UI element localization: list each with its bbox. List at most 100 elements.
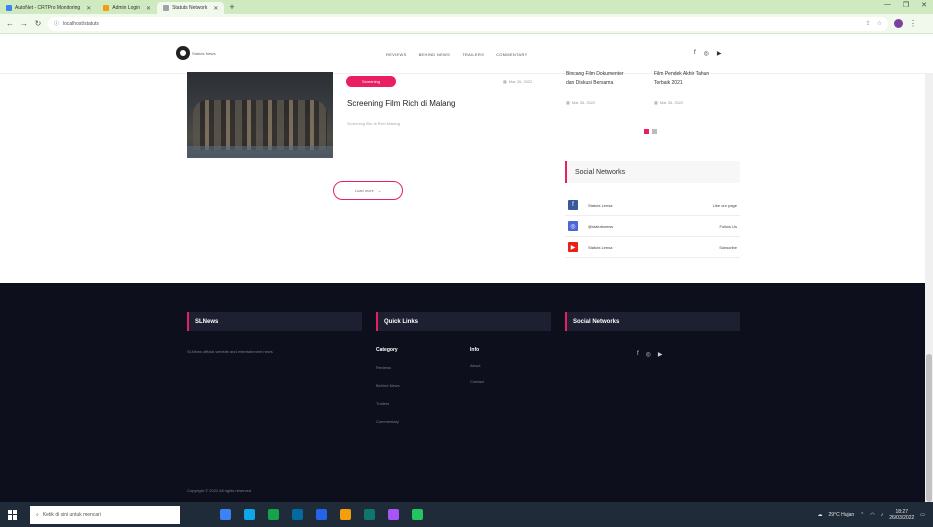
youtube-icon[interactable]: ▶ <box>717 50 722 57</box>
nav-item-reviews[interactable]: REVIEWS <box>386 52 407 57</box>
browser-toolbar: ← → ↻ ⓘ localhost/statuts ⇪ ☆ ⋮ <box>0 14 933 34</box>
volume-icon[interactable]: ♪ <box>881 512 884 518</box>
taskbar-search-box[interactable]: ⌕ Ketik di sini untuk mencari <box>30 505 180 524</box>
app-icon[interactable] <box>388 509 399 520</box>
calendar-icon: ▦ <box>654 100 658 105</box>
footer-link-behind-news[interactable]: Behind News <box>376 383 400 388</box>
chrome-icon[interactable] <box>340 509 351 520</box>
footer-link-trailers[interactable]: Trailers <box>376 401 389 406</box>
article-title[interactable]: Screening Film Rich di Malang <box>347 99 456 108</box>
weather-text[interactable]: 29°C Hujan <box>829 512 855 518</box>
article-thumbnail[interactable] <box>187 72 333 158</box>
footer-about-heading: SLNews <box>187 312 362 331</box>
task-view-icon[interactable] <box>220 509 231 520</box>
social-action[interactable]: Follow Us <box>719 224 737 229</box>
new-tab-button[interactable]: + <box>224 2 239 12</box>
social-row-facebook[interactable]: f Statuts Lensa Like our page <box>565 195 740 216</box>
footer-social-links: f ◎ ▶ <box>637 351 663 358</box>
nav-item-commentary[interactable]: COMMENTARY <box>496 52 528 57</box>
carousel-dot-1[interactable] <box>644 129 649 134</box>
address-bar[interactable]: ⓘ localhost/statuts ⇪ ☆ <box>48 16 888 31</box>
file-explorer-icon[interactable] <box>268 509 279 520</box>
instagram-icon: ◎ <box>568 221 578 231</box>
recent-post-date-text: Mar 26, 2022 <box>659 100 684 105</box>
social-action[interactable]: Subscribe <box>719 245 737 250</box>
notifications-icon[interactable]: ▭ <box>920 512 925 518</box>
footer-link-contact[interactable]: Contact <box>470 379 484 384</box>
excel-icon[interactable] <box>364 509 375 520</box>
header-social-links: f ◎ ▶ <box>694 50 722 57</box>
carousel-pagination <box>644 129 657 134</box>
tab-close-icon[interactable]: ✕ <box>146 5 151 12</box>
share-icon[interactable]: ⇪ <box>866 20 871 27</box>
recent-post-1-title[interactable]: Bincang Film Dokumenter dan Diskusi Bers… <box>566 70 630 88</box>
tab-title: Statuts Network <box>172 5 208 11</box>
nav-item-behind-news[interactable]: BEHIND NEWS <box>419 52 451 57</box>
instagram-icon[interactable]: ◎ <box>646 351 651 358</box>
tab-favicon-icon <box>103 5 110 11</box>
social-name: @statutsnews <box>588 223 614 229</box>
recent-post-2-date: ▦ Mar 26, 2022 <box>654 100 683 105</box>
browser-menu-icon[interactable]: ⋮ <box>909 19 917 28</box>
close-window-button[interactable]: ✕ <box>921 1 927 9</box>
maximize-button[interactable]: ❐ <box>903 1 909 9</box>
weather-icon[interactable]: ☁ <box>818 512 823 518</box>
recent-post-1-date: ▦ Mar 26, 2022 <box>566 100 595 105</box>
recent-post-2-title[interactable]: Film Pendek Akhir Tahun Terbaik 2021 <box>654 70 718 88</box>
taskbar-apps <box>220 509 423 520</box>
tab-close-icon[interactable]: ✕ <box>213 5 218 12</box>
app-icon[interactable] <box>412 509 423 520</box>
article-date-text: Mar 26, 2022 <box>508 79 533 84</box>
browser-tab-1[interactable]: AutoNet - CRTPro Monitoring ✕ <box>0 2 97 14</box>
clock-date: 26/03/2022 <box>889 514 915 521</box>
nav-item-trailers[interactable]: TRAILERS <box>462 52 484 57</box>
social-row-youtube[interactable]: ▶ Statuts Lensa Subscribe <box>565 237 740 258</box>
article-excerpt: Screening film di Rich Malang <box>347 121 400 126</box>
page-scrollbar[interactable] <box>925 74 933 502</box>
facebook-icon[interactable]: f <box>637 351 639 358</box>
browser-tab-bar: AutoNet - CRTPro Monitoring ✕ Admin Logi… <box>0 0 933 14</box>
facebook-icon[interactable]: f <box>694 50 696 57</box>
footer-social-heading: Social Networks <box>565 312 740 331</box>
carousel-dot-2[interactable] <box>652 129 657 134</box>
footer-about-text: SLNews official website and entertainmen… <box>187 349 273 354</box>
footer-link-commentary[interactable]: Commentary <box>376 419 399 424</box>
site-logo[interactable]: Statuts News <box>176 46 216 60</box>
footer-link-reviews[interactable]: Reviews <box>376 365 391 370</box>
social-action[interactable]: Like our page <box>713 203 737 208</box>
reload-icon[interactable]: ↻ <box>34 19 42 28</box>
site-info-icon[interactable]: ⓘ <box>54 20 59 27</box>
tab-favicon-icon <box>163 5 170 11</box>
browser-tab-3[interactable]: Statuts Network ✕ <box>157 2 225 14</box>
social-row-instagram[interactable]: ◎ @statutsnews Follow Us <box>565 216 740 237</box>
edge-icon[interactable] <box>244 509 255 520</box>
minimize-button[interactable]: — <box>884 1 891 9</box>
network-icon[interactable]: ◠ <box>870 512 874 518</box>
back-icon[interactable]: ← <box>6 19 14 28</box>
word-icon[interactable] <box>316 509 327 520</box>
address-url: localhost/statuts <box>63 20 99 27</box>
profile-avatar[interactable] <box>894 19 903 28</box>
tab-close-icon[interactable]: ✕ <box>86 5 91 12</box>
calendar-icon: ▦ <box>503 79 507 84</box>
forward-icon[interactable]: → <box>20 19 28 28</box>
taskbar-clock[interactable]: 18:27 26/03/2022 <box>889 509 914 521</box>
footer-quick-links-heading: Quick Links <box>376 312 551 331</box>
calendar-icon: ▦ <box>566 100 570 105</box>
tray-chevron-icon[interactable]: ⌃ <box>860 512 864 518</box>
instagram-icon[interactable]: ◎ <box>704 50 709 57</box>
taskbar-search-placeholder: Ketik di sini untuk mencari <box>42 511 101 518</box>
tab-title: Admin Login <box>112 5 141 11</box>
browser-tab-2[interactable]: Admin Login ✕ <box>97 2 157 14</box>
store-icon[interactable] <box>292 509 303 520</box>
windows-start-icon[interactable] <box>8 509 18 520</box>
bookmark-star-icon[interactable]: ☆ <box>877 20 882 27</box>
copyright-text: Copyright © 2022 All rights reserved <box>187 488 252 493</box>
social-networks-heading: Social Networks <box>565 161 740 183</box>
youtube-icon[interactable]: ▶ <box>658 351 663 358</box>
footer-link-about[interactable]: About <box>470 363 480 368</box>
scrollbar-thumb[interactable] <box>926 354 932 502</box>
photo-floor <box>187 146 333 158</box>
category-badge[interactable]: Screening <box>346 76 396 87</box>
load-more-button[interactable]: Load more ⌄ <box>333 181 403 200</box>
